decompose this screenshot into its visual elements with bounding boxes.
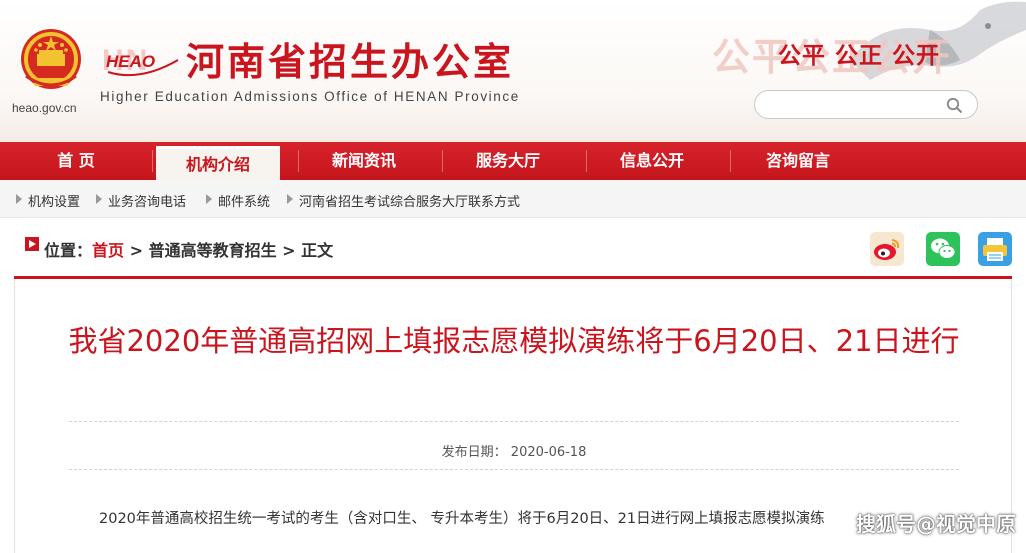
heao-logo[interactable]: HN HEAO	[100, 36, 182, 86]
arrow-right-icon	[206, 194, 212, 204]
breadcrumb: 位置：首页 > 普通高等教育招生 > 正文	[14, 226, 1012, 274]
site-title: 河南省招生办公室	[186, 40, 515, 84]
publish-date: 发布日期： 2020-06-18	[15, 441, 1013, 460]
nav-divider	[442, 150, 443, 172]
wechat-icon[interactable]	[926, 232, 960, 266]
watermark-text: 搜狐号@视觉中原	[856, 512, 1016, 536]
site-header: heao.gov.cn HN HEAO 河南省招生办公室 Higher Educ…	[0, 0, 1026, 142]
nav-item-about[interactable]: 机构介绍	[156, 146, 280, 180]
nav-item-news[interactable]: 新闻资讯	[302, 142, 426, 180]
site-subtitle: Higher Education Admissions Office of HE…	[100, 89, 520, 104]
main-nav: 首 页 机构介绍 新闻资讯 服务大厅 信息公开 咨询留言	[0, 142, 1026, 180]
nav-item-home[interactable]: 首 页	[14, 142, 138, 180]
location-flag-icon	[25, 237, 39, 251]
subnav-item-service-hall[interactable]: 河南省招生考试综合服务大厅联系方式	[299, 191, 520, 210]
search-box[interactable]	[754, 90, 978, 119]
divider-dashed	[69, 469, 959, 470]
motto-text: 公平 公正 公开	[778, 43, 941, 69]
nav-item-disclosure[interactable]: 信息公开	[590, 142, 714, 180]
nav-item-services[interactable]: 服务大厅	[446, 142, 570, 180]
arrow-right-icon	[96, 194, 102, 204]
arrow-right-icon	[16, 194, 22, 204]
breadcrumb-path: 位置：首页 > 普通高等教育招生 > 正文	[44, 237, 333, 261]
breadcrumb-separator: >	[124, 241, 149, 260]
subnav-item-mail[interactable]: 邮件系统	[218, 191, 270, 210]
article-paragraph: 2020年普通高校招生统一考试的考生（含对口生、 专升本考生）将于6月20日、2…	[99, 511, 825, 527]
search-icon[interactable]	[946, 97, 963, 114]
publish-date-label: 发布日期：	[441, 445, 507, 460]
national-emblem-icon[interactable]	[16, 26, 86, 94]
divider-dashed	[69, 421, 959, 422]
subnav-item-phone[interactable]: 业务咨询电话	[108, 191, 186, 210]
article-title: 我省2020年普通高招网上填报志愿模拟演练将于6月20日、21日进行	[68, 324, 960, 358]
breadcrumb-section[interactable]: 普通高等教育招生	[149, 241, 277, 260]
nav-divider	[298, 150, 299, 172]
nav-divider	[586, 150, 587, 172]
nav-item-consult[interactable]: 咨询留言	[736, 142, 860, 180]
print-icon[interactable]	[978, 232, 1012, 266]
logo-text: HEAO	[106, 52, 155, 71]
search-input[interactable]	[769, 95, 939, 115]
breadcrumb-home[interactable]: 首页	[92, 241, 124, 260]
nav-divider	[152, 150, 153, 172]
nav-divider	[730, 150, 731, 172]
breadcrumb-separator: >	[276, 241, 302, 260]
arrow-right-icon	[287, 194, 293, 204]
breadcrumb-prefix: 位置：	[44, 241, 93, 260]
breadcrumb-current: 正文	[301, 241, 334, 260]
site-url: heao.gov.cn	[12, 101, 77, 115]
sub-nav: 机构设置 业务咨询电话 邮件系统 河南省招生考试综合服务大厅联系方式	[0, 180, 1026, 218]
publish-date-value: 2020-06-18	[510, 445, 587, 460]
weibo-icon[interactable]	[870, 232, 904, 266]
subnav-item-structure[interactable]: 机构设置	[28, 191, 80, 210]
